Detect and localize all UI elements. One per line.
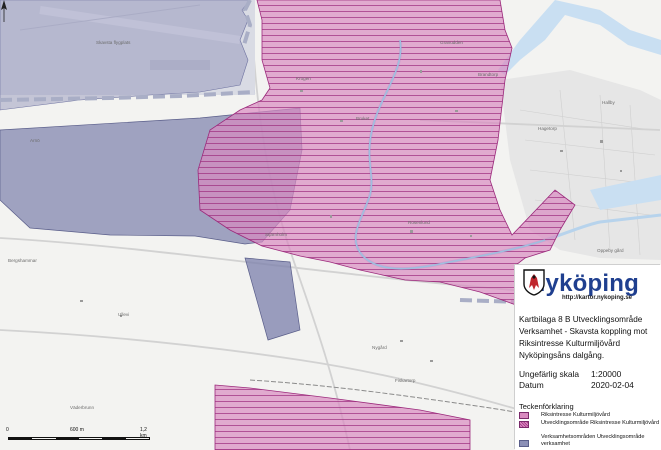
- description-line: Nyköpingsåns dalgång.: [519, 351, 605, 360]
- map-label: Bergshammar: [8, 258, 37, 263]
- map-meta: Ungefärlig skala 1:20000 Datum 2020-02-0…: [519, 369, 634, 391]
- scale-value: 1:20000: [591, 369, 622, 379]
- legend-item-cultural: Riksintresse Kulturmiljövård: [519, 412, 661, 420]
- map-label: Stjärnholm: [265, 232, 287, 237]
- scale-bar: 0 600 m 1,2 km: [6, 427, 151, 447]
- legend-panel: Nyköping http://kartor.nykoping.se Kartb…: [515, 265, 661, 450]
- map-label: Krogen: [296, 76, 311, 81]
- scale-bar-graphic: [8, 437, 150, 440]
- legend-list: Riksintresse Kulturmiljövård Utvecklings…: [519, 412, 661, 448]
- map-label: Väderbrunn: [70, 405, 95, 410]
- map-canvas[interactable]: Skavsta flygplats Granudden Brandtorp Ha…: [0, 0, 661, 450]
- legend-swatch-cultural-hatched: [519, 421, 529, 428]
- legend-item-cultural-hatched: Utvecklingsområde Riksintresse Kulturmil…: [519, 420, 661, 434]
- legend-item-development: Verksamhetsområden Utvecklingsområde ver…: [519, 434, 661, 448]
- map-label: Nygård: [372, 345, 387, 350]
- map-label: Granudden: [440, 40, 463, 45]
- map-description: Kartbilaga 8 B Utvecklingsområde Verksam…: [519, 314, 661, 362]
- map-label: Ullevi: [118, 312, 130, 317]
- description-line: Verksamhet - Skavsta koppling mot: [519, 327, 648, 336]
- description-line: Kartbilaga 8 B Utvecklingsområde: [519, 315, 643, 324]
- map-label: Skavsta flygplats: [96, 40, 131, 45]
- map-label: Brandtorp: [478, 72, 499, 77]
- scale-tick-0: 0: [6, 427, 9, 433]
- description-line: Riksintresse Kulturmiljövård: [519, 339, 621, 348]
- date-label: Datum: [519, 380, 544, 390]
- map-label: Bruket: [356, 116, 370, 121]
- map-label: Hallby: [602, 100, 615, 105]
- legend-label: Utvecklingsområde Riksintresse Kulturmil…: [541, 420, 660, 426]
- logo-url[interactable]: http://kartor.nykoping.se: [562, 295, 632, 301]
- map-label: Arnö: [30, 138, 40, 143]
- legend-swatch-cultural: [519, 412, 529, 419]
- legend-label: Verksamhetsområden Utvecklingsområde ver…: [541, 434, 645, 447]
- date-value: 2020-02-04: [591, 380, 634, 390]
- map-label: Oppeby gård: [597, 248, 624, 253]
- scale-tick-1: 600 m: [70, 427, 84, 433]
- map-label: Rosenlund: [408, 220, 430, 225]
- legend-title: Teckenförklaring: [519, 402, 574, 411]
- nykoping-crest-icon: [523, 269, 545, 296]
- map-label: Hagetorp: [538, 126, 557, 131]
- legend-swatch-development: [519, 440, 529, 447]
- scale-label: Ungefärlig skala: [519, 369, 580, 379]
- north-arrow-icon: [1, 0, 7, 22]
- legend-label: Riksintresse Kulturmiljövård: [541, 412, 611, 418]
- map-label: Fiskartorp: [395, 378, 416, 383]
